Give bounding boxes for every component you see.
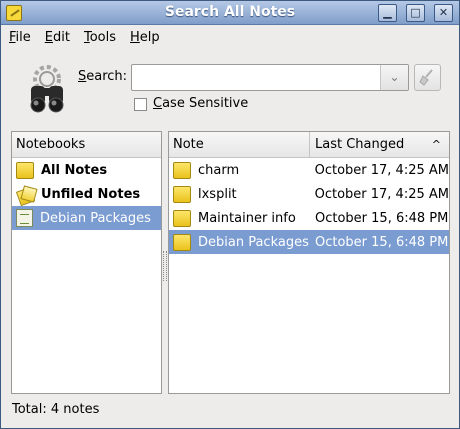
column-header-last-changed[interactable]: Last Changed ^ bbox=[310, 132, 449, 157]
note-last-changed: October 15, 6:48 PM bbox=[315, 234, 449, 250]
search-all-notes-window: Search All Notes ▁ □ ✕ File Edit Tools H… bbox=[0, 0, 460, 429]
note-last-changed: October 17, 4:25 AM bbox=[314, 186, 449, 202]
notebooks-header[interactable]: Notebooks bbox=[12, 132, 161, 158]
binoculars-icon bbox=[30, 65, 64, 113]
chevron-down-icon[interactable]: ⌄ bbox=[380, 65, 408, 90]
table-row[interactable]: lxsplit October 17, 4:25 AM bbox=[169, 182, 449, 206]
minimize-button[interactable]: ▁ bbox=[378, 4, 397, 22]
notebook-item-label: Debian Packages bbox=[40, 210, 151, 226]
menu-help[interactable]: Help bbox=[130, 30, 160, 45]
note-title: charm bbox=[198, 162, 240, 178]
search-input[interactable] bbox=[134, 67, 378, 88]
notebook-item-debian-packages[interactable]: Debian Packages bbox=[12, 206, 161, 230]
notebook-item-unfiled-notes[interactable]: Unfiled Notes bbox=[12, 182, 161, 206]
search-label: Search: bbox=[78, 69, 128, 84]
find-button[interactable] bbox=[414, 64, 441, 91]
case-sensitive-label[interactable]: Case Sensitive bbox=[153, 96, 248, 111]
note-icon bbox=[173, 209, 191, 227]
sort-ascending-icon: ^ bbox=[431, 138, 441, 151]
notebook-item-all-notes[interactable]: All Notes bbox=[12, 158, 161, 182]
maximize-button[interactable]: □ bbox=[406, 4, 425, 22]
menu-file[interactable]: File bbox=[9, 30, 31, 45]
note-icon bbox=[173, 233, 191, 251]
column-header-note[interactable]: Note bbox=[169, 132, 310, 157]
menu-bar: File Edit Tools Help bbox=[1, 26, 459, 48]
status-bar-text: Total: 4 notes bbox=[12, 402, 100, 417]
note-icon bbox=[173, 185, 191, 203]
folder-icon bbox=[16, 161, 34, 179]
menu-edit[interactable]: Edit bbox=[45, 30, 70, 45]
notebook-item-label: All Notes bbox=[41, 162, 108, 178]
menu-tools[interactable]: Tools bbox=[84, 30, 116, 45]
unfiled-notes-icon bbox=[16, 186, 34, 203]
note-last-changed: October 17, 4:25 AM bbox=[314, 162, 449, 178]
note-icon bbox=[173, 161, 191, 179]
notes-pane: Note Last Changed ^ charm October 17, 4:… bbox=[168, 131, 450, 394]
pane-splitter-handle[interactable] bbox=[163, 251, 167, 281]
notebooks-pane: Notebooks All Notes Unfiled Notes Debian… bbox=[11, 131, 162, 394]
note-title: Debian Packages bbox=[198, 234, 309, 250]
close-button[interactable]: ✕ bbox=[434, 4, 453, 22]
title-bar[interactable]: Search All Notes ▁ □ ✕ bbox=[1, 1, 459, 25]
case-sensitive-checkbox[interactable] bbox=[134, 98, 147, 111]
table-row-selected[interactable]: Debian Packages October 15, 6:48 PM bbox=[169, 230, 449, 254]
notebook-item-label: Unfiled Notes bbox=[41, 186, 141, 202]
notes-header: Note Last Changed ^ bbox=[169, 132, 449, 158]
table-row[interactable]: charm October 17, 4:25 AM bbox=[169, 158, 449, 182]
notebook-icon bbox=[16, 209, 33, 227]
table-row[interactable]: Maintainer info October 15, 6:48 PM bbox=[169, 206, 449, 230]
note-title: Maintainer info bbox=[198, 210, 296, 226]
broom-icon bbox=[419, 69, 433, 86]
search-combo[interactable]: ⌄ bbox=[131, 64, 409, 91]
note-last-changed: October 15, 6:48 PM bbox=[315, 210, 449, 226]
note-title: lxsplit bbox=[198, 186, 237, 202]
